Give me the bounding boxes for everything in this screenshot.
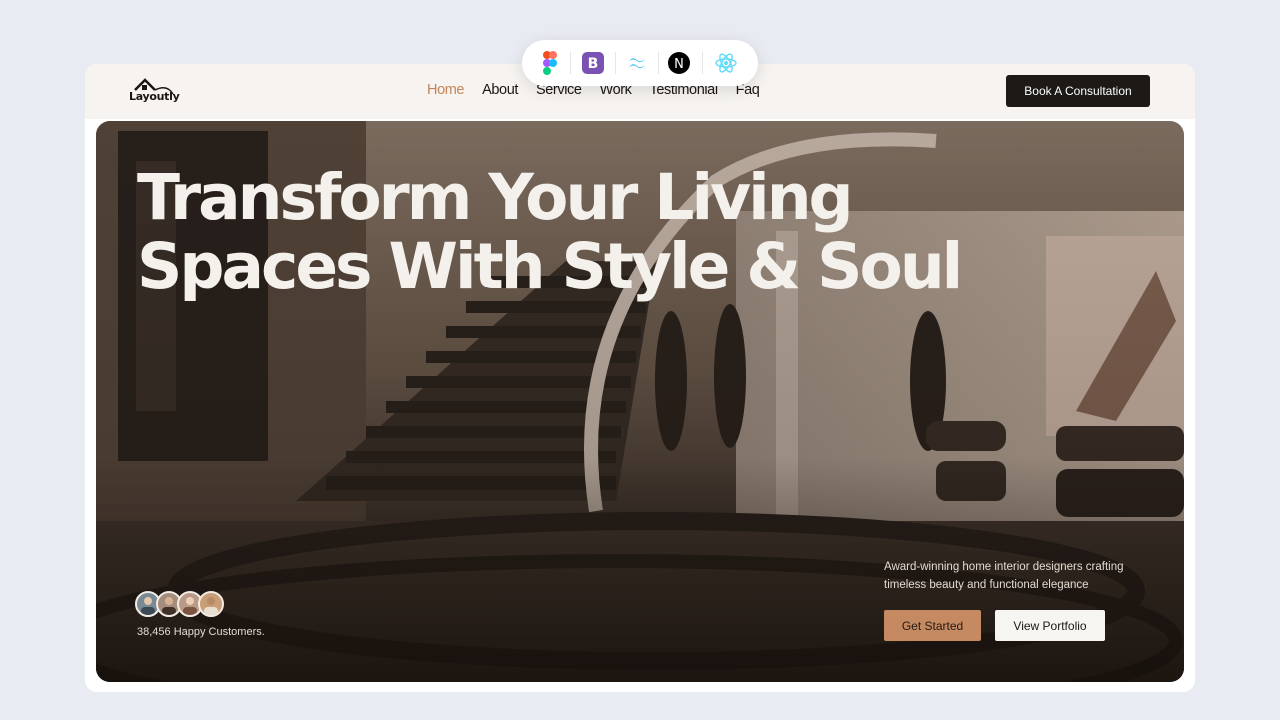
svg-text:B: B	[588, 56, 599, 72]
view-portfolio-button[interactable]: View Portfolio	[995, 610, 1105, 641]
person-icon	[204, 597, 218, 615]
toolbar-divider	[570, 52, 571, 74]
toolbar-divider	[702, 52, 703, 74]
hero-headline: Transform Your Living Spaces With Style …	[137, 163, 1037, 301]
logo[interactable]: Layoutly	[129, 76, 180, 108]
toolbar-divider	[658, 52, 659, 74]
figma-icon[interactable]	[538, 51, 562, 75]
get-started-button[interactable]: Get Started	[884, 610, 981, 641]
toolbar-divider	[615, 52, 616, 74]
avatar	[198, 591, 224, 617]
tagline-line-2: timeless beauty and functional elegance	[884, 579, 1089, 591]
tailwind-icon[interactable]	[625, 51, 649, 75]
nav-home[interactable]: Home	[427, 82, 464, 98]
hero-section: Transform Your Living Spaces With Style …	[96, 121, 1184, 682]
react-icon[interactable]	[714, 51, 738, 75]
logo-text: Layoutly	[129, 90, 180, 103]
hero-tagline: Award-winning home interior designers cr…	[884, 558, 1144, 594]
customer-avatars	[135, 591, 225, 617]
nav-about[interactable]: About	[482, 82, 518, 98]
happy-customers-count: 38,456 Happy Customers.	[137, 626, 265, 638]
headline-line-2: Spaces With Style & Soul	[137, 230, 963, 303]
tagline-line-1: Award-winning home interior designers cr…	[884, 561, 1124, 573]
headline-line-1: Transform Your Living	[137, 161, 854, 234]
tech-stack-toolbar: B N	[522, 40, 758, 86]
bootstrap-icon[interactable]: B	[581, 51, 605, 75]
svg-text:N: N	[674, 57, 684, 72]
book-consultation-button[interactable]: Book A Consultation	[1006, 75, 1150, 107]
nextjs-icon[interactable]: N	[667, 51, 691, 75]
